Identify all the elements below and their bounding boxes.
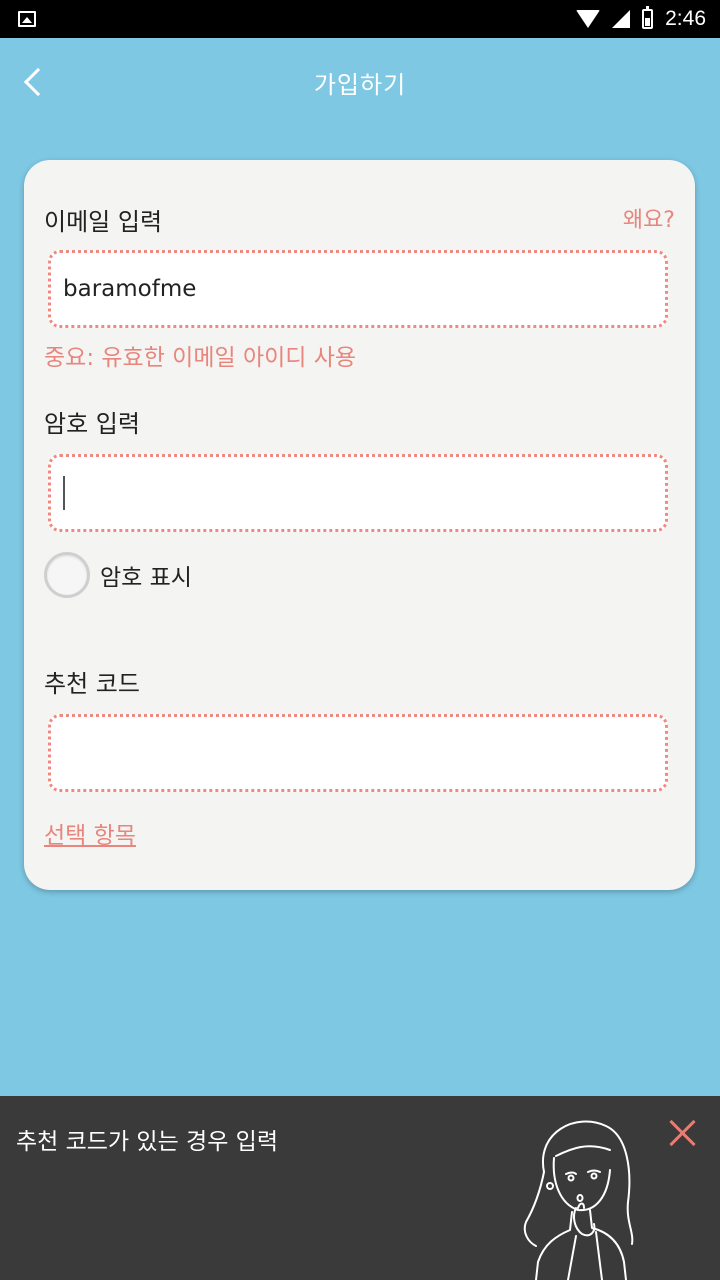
- cell-signal-icon: [612, 10, 631, 28]
- referral-code-field[interactable]: [48, 714, 668, 792]
- why-link[interactable]: 왜요?: [623, 202, 675, 234]
- back-button[interactable]: [14, 58, 54, 106]
- email-hint: 중요: 유효한 이메일 아이디 사용: [44, 345, 357, 371]
- status-bar: 2:46: [0, 0, 720, 38]
- password-field[interactable]: [48, 454, 668, 532]
- email-value: baramofme: [63, 276, 197, 302]
- email-label: 이메일 입력: [44, 208, 163, 236]
- battery-charging-icon: [642, 6, 654, 29]
- page-title: 가입하기: [313, 70, 407, 99]
- optional-item-link[interactable]: 선택 항목: [44, 816, 136, 850]
- show-password-label: 암호 표시: [100, 565, 192, 591]
- back-arrow-icon: [23, 67, 53, 97]
- status-time: 2:46: [665, 7, 706, 30]
- email-field[interactable]: baramofme: [48, 250, 668, 328]
- referral-label: 추천 코드: [44, 670, 140, 698]
- app-bar: 가입하기: [0, 38, 720, 126]
- password-label: 암호 입력: [44, 410, 140, 438]
- signup-form-card: 이메일 입력 왜요? baramofme 중요: 유효한 이메일 아이디 사용 …: [24, 160, 695, 890]
- text-cursor: [63, 476, 65, 510]
- show-password-radio[interactable]: [44, 552, 90, 598]
- tip-text: 추천 코드가 있는 경우 입력: [16, 1129, 279, 1155]
- image-notification-icon: [18, 11, 36, 27]
- close-tip-button[interactable]: [666, 1116, 700, 1150]
- thinking-girl-illustration: [523, 1120, 634, 1280]
- wifi-icon: [576, 10, 601, 28]
- show-password-toggle[interactable]: 암호 표시: [44, 552, 192, 598]
